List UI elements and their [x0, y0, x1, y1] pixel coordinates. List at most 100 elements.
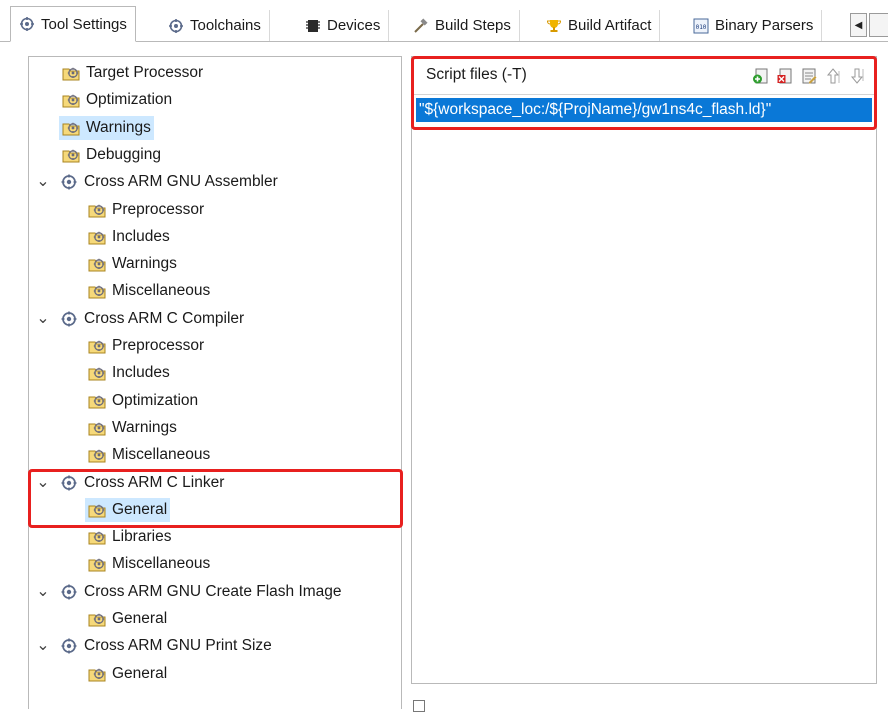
tree-item-option[interactable]: Includes — [85, 225, 173, 249]
tree-item-tool[interactable]: Cross ARM GNU Create Flash Image — [57, 580, 345, 604]
gear-icon — [20, 17, 34, 31]
tab-label: Build Artifact — [568, 17, 652, 34]
script-file-entry[interactable]: "${workspace_loc:/${ProjName}/gw1ns4c_fl… — [416, 98, 872, 122]
tree-item-option[interactable]: Includes — [85, 361, 173, 385]
tree-item-option[interactable]: General — [85, 662, 170, 686]
script-files-panel: Script files (-T) "${workspace_loc:/${Pr… — [411, 56, 877, 684]
tree-item-option[interactable]: Warnings — [85, 416, 180, 440]
tab-label: Devices — [327, 17, 381, 34]
scroll-left-icon: ◀ — [854, 19, 863, 31]
tree-item-option[interactable]: Optimization — [59, 88, 175, 112]
binary-icon: 010 — [693, 18, 709, 33]
tree-item-label: General — [112, 500, 168, 518]
settings-page-icon — [88, 422, 106, 436]
tree-item-label: Optimization — [86, 91, 173, 109]
tree-item-label: Warnings — [112, 255, 177, 273]
settings-page-icon — [88, 449, 106, 463]
tab-label: Tool Settings — [41, 15, 127, 33]
tab-label: Build Steps — [435, 17, 511, 34]
add-icon[interactable] — [752, 67, 770, 85]
settings-page-icon — [88, 368, 106, 381]
tree-item-label: Miscellaneous — [112, 282, 211, 300]
tree-item-label: Cross ARM GNU Create Flash Image — [84, 582, 342, 600]
tool-gear-icon — [61, 311, 77, 327]
settings-page-icon — [88, 286, 106, 299]
svg-text:010: 010 — [696, 24, 707, 31]
tree-item-option[interactable]: Miscellaneous — [85, 552, 213, 576]
expand-chevron-icon[interactable]: ⌄ — [36, 174, 49, 190]
tree-item-label: General — [112, 664, 168, 682]
tab-label: Binary Parsers — [715, 17, 814, 34]
expand-chevron-icon[interactable]: ⌄ — [36, 474, 49, 490]
delete-icon[interactable] — [776, 67, 794, 85]
script-files-header: Script files (-T) — [412, 57, 876, 95]
expand-chevron-icon[interactable]: ⌄ — [36, 310, 49, 326]
tree-item-tool[interactable]: Cross ARM C Compiler — [57, 307, 247, 331]
tab-build-steps[interactable]: Build Steps — [405, 10, 520, 41]
tree-item-tool[interactable]: Cross ARM GNU Print Size — [57, 634, 275, 658]
tree-item-option[interactable]: General — [85, 607, 170, 631]
tab-label: Toolchains — [190, 17, 261, 34]
tool-gear-icon — [61, 638, 77, 654]
tree-item-label: Cross ARM C Linker — [84, 473, 225, 491]
settings-page-icon — [62, 122, 80, 136]
settings-page-icon — [88, 559, 106, 572]
tree-item-option[interactable]: Warnings — [59, 115, 154, 140]
script-file-path: "${workspace_loc:/${ProjName}/gw1ns4c_fl… — [419, 101, 772, 118]
tree-item-label: Libraries — [112, 528, 172, 546]
settings-page-icon — [88, 613, 106, 627]
chip-icon — [306, 19, 320, 32]
settings-page-icon — [88, 231, 106, 245]
tree-item-option[interactable]: Libraries — [85, 525, 174, 549]
tree-item-tool[interactable]: Cross ARM C Linker — [57, 471, 227, 495]
tree-item-label: General — [112, 610, 168, 627]
edit-icon[interactable] — [800, 67, 818, 85]
expand-chevron-icon[interactable]: ⌄ — [36, 638, 49, 654]
tool-gear-icon — [61, 475, 77, 490]
tree-item-option[interactable]: General — [85, 497, 171, 522]
tree-item-label: Preprocessor — [112, 200, 205, 218]
tab-tool-settings[interactable]: Tool Settings — [10, 6, 136, 42]
settings-tree[interactable]: Target Processor Optimization Warnings Debu… — [28, 56, 402, 709]
tree-item-label: Preprocessor — [112, 337, 205, 354]
tab-build-artifact[interactable]: Build Artifact — [538, 10, 661, 41]
tab-devices[interactable]: Devices — [297, 10, 390, 41]
settings-page-icon — [88, 204, 106, 217]
bottom-checkbox[interactable] — [413, 700, 425, 712]
tab-scroll-right-button[interactable] — [869, 13, 888, 37]
list-toolbar — [752, 67, 866, 85]
tree-item-label: Cross ARM GNU Print Size — [84, 637, 272, 655]
tree-item-label: Cross ARM GNU Assembler — [84, 173, 278, 191]
settings-page-icon — [88, 504, 106, 518]
trophy-icon — [546, 19, 562, 32]
tree-item-option[interactable]: Warnings — [85, 252, 180, 276]
script-files-title: Script files (-T) — [426, 66, 527, 83]
tree-item-option[interactable]: Miscellaneous — [85, 279, 213, 303]
tool-gear-icon — [61, 174, 77, 190]
tree-item-option[interactable]: Optimization — [85, 389, 201, 413]
move-up-icon[interactable] — [824, 67, 842, 85]
tree-item-label: Debugging — [86, 145, 161, 163]
expand-chevron-icon[interactable]: ⌄ — [36, 583, 49, 599]
gear-icon — [169, 18, 183, 33]
settings-page-icon — [62, 67, 80, 81]
settings-page-icon — [62, 95, 80, 108]
tree-item-label: Miscellaneous — [112, 555, 211, 573]
move-down-icon[interactable] — [848, 67, 866, 85]
tree-item-label: Cross ARM C Compiler — [84, 309, 245, 327]
tab-bar: Tool Settings Toolchains Devices Build S… — [0, 0, 888, 46]
tree-item-option[interactable]: Preprocessor — [85, 198, 207, 222]
tab-binary-parsers[interactable]: 010 Binary Parsers — [685, 10, 823, 41]
tree-item-label: Target Processor — [86, 64, 204, 81]
tab-toolchains[interactable]: Toolchains — [160, 10, 270, 41]
tab-scroll-left-button[interactable]: ◀ — [850, 13, 867, 37]
settings-page-icon — [88, 340, 106, 354]
hammer-icon — [414, 17, 428, 33]
tree-item-option[interactable]: Miscellaneous — [85, 443, 213, 467]
tree-item-option[interactable]: Debugging — [59, 143, 164, 167]
settings-page-icon — [88, 258, 106, 272]
tree-item-option[interactable]: Target Processor — [59, 61, 206, 85]
tree-item-option[interactable]: Preprocessor — [85, 334, 207, 358]
tree-item-label: Includes — [112, 227, 170, 245]
tree-item-tool[interactable]: Cross ARM GNU Assembler — [57, 170, 281, 194]
